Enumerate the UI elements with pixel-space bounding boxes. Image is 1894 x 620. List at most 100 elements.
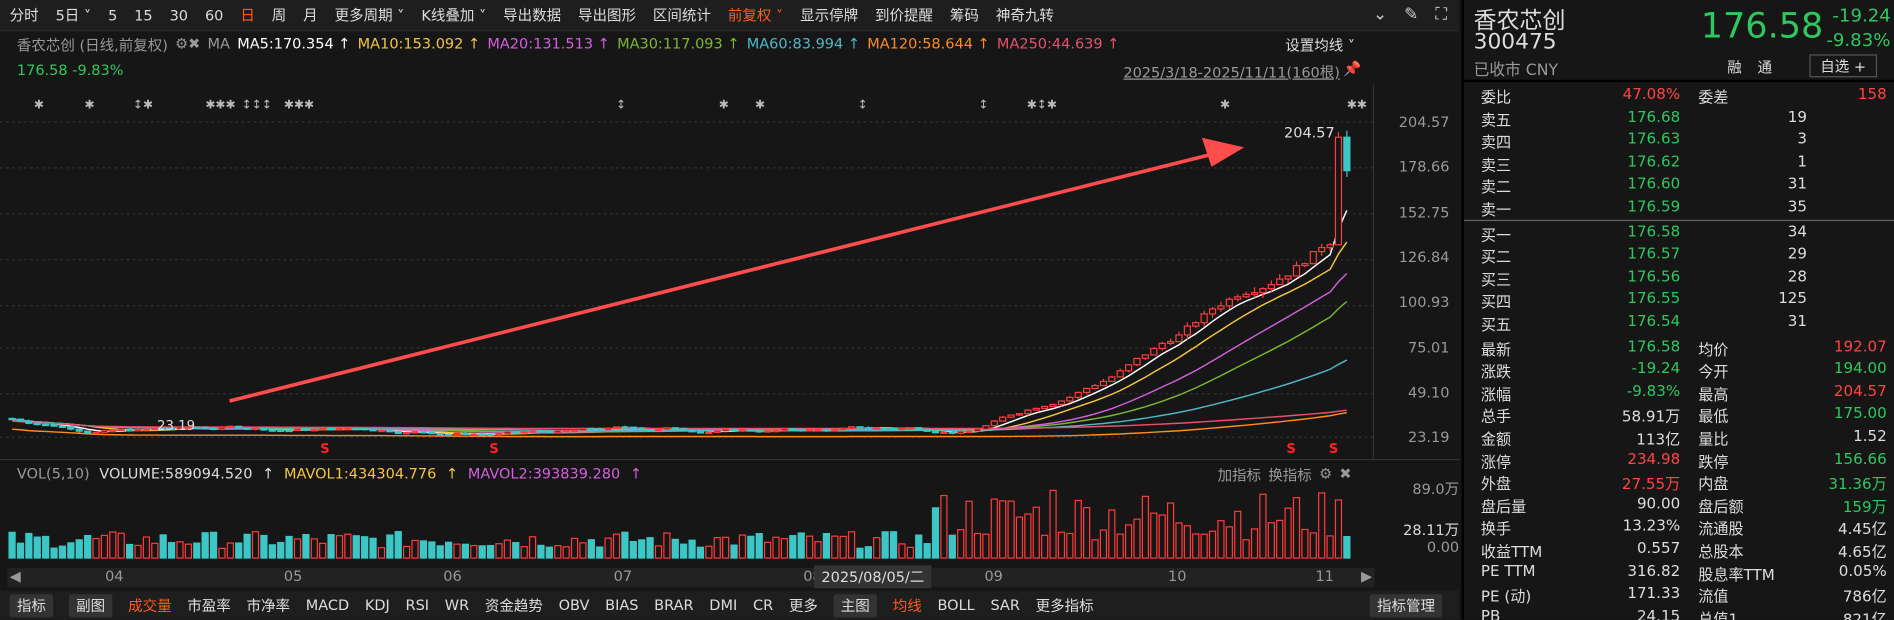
stat-row-cell: 4.45亿 xyxy=(1838,519,1887,538)
indicator-tab[interactable]: DMI xyxy=(709,597,737,614)
volume-bar xyxy=(747,535,755,559)
candle xyxy=(1284,275,1292,280)
candle xyxy=(92,431,100,435)
candle xyxy=(1292,264,1301,277)
candle xyxy=(1141,354,1150,359)
indicator-manage-button[interactable]: 指标管理 xyxy=(1369,594,1443,618)
indicator-tab[interactable]: CR xyxy=(753,597,773,614)
stat-row-cell: 0.557 xyxy=(1636,538,1681,557)
indicator-tab[interactable]: 市盈率 xyxy=(187,595,231,616)
signal-marker: ↕↕↕ xyxy=(242,98,272,112)
pin-icon[interactable]: 📌 xyxy=(1343,60,1361,77)
volume-bar xyxy=(453,543,461,559)
tab-period[interactable]: 显示停牌 xyxy=(800,5,858,26)
candle xyxy=(990,420,998,427)
indicator-tab[interactable]: BRAR xyxy=(654,597,693,614)
stat-row: 换手 13.23% 流通股 4.45亿 xyxy=(1481,516,1887,538)
indicator-tab[interactable]: 副图 xyxy=(68,593,113,617)
candle xyxy=(1049,403,1057,407)
scroll-left-icon[interactable]: ◀ xyxy=(10,568,21,585)
stat-row-cell: 234.98 xyxy=(1627,448,1681,467)
month-label: 09 xyxy=(984,567,1003,585)
indicator-tab[interactable]: 成交量 xyxy=(128,595,172,616)
indicator-tab[interactable]: 指标 xyxy=(9,593,54,617)
tab-period[interactable]: 周 xyxy=(272,5,287,26)
candle xyxy=(293,428,302,431)
volume-bar xyxy=(965,500,973,559)
brush-icon[interactable]: ✎ xyxy=(1404,5,1418,24)
set-ma-button[interactable]: 设置均线 ˅ xyxy=(1285,35,1355,56)
date-range[interactable]: 2025/3/18-2025/11/11(160根) xyxy=(1123,62,1340,83)
ma20-line xyxy=(12,272,1348,434)
volume-bar xyxy=(335,535,344,559)
indicator-tab[interactable]: 市净率 xyxy=(246,595,290,616)
tab-period[interactable]: 分时 xyxy=(10,5,39,26)
volume-bar xyxy=(159,534,167,559)
indicator-tab[interactable]: 资金趋势 xyxy=(485,595,543,616)
tab-period[interactable]: 到价提醒 xyxy=(875,5,933,26)
time-scrollbar[interactable]: ◀ ▶ 04 05 06 07 08 09 10 11 2025/08/05/二 xyxy=(7,565,1375,589)
volume-bar xyxy=(1099,529,1108,559)
volume-bar xyxy=(696,546,705,559)
volume-bar xyxy=(1091,539,1099,559)
collapse-icon[interactable]: ⌄ xyxy=(1373,5,1387,24)
tab-period[interactable]: 前复权 ˅ xyxy=(728,5,783,26)
volume-bar xyxy=(361,536,369,559)
main-indicator-tab[interactable]: 均线 xyxy=(893,595,922,616)
stat-row-cell: PB xyxy=(1480,606,1501,620)
candle xyxy=(1343,136,1351,172)
volume-bar xyxy=(184,543,192,559)
candle xyxy=(579,427,587,431)
main-indicator-tab[interactable]: SAR xyxy=(990,597,1019,614)
tab-period[interactable]: 区间统计 xyxy=(653,5,711,26)
stat-row-cell: 涨跌 xyxy=(1480,362,1512,381)
tab-period[interactable]: 30 xyxy=(170,7,188,24)
volume-bar xyxy=(805,535,814,559)
tab-period[interactable]: 月 xyxy=(303,5,318,26)
tab-period[interactable]: 神奇九转 xyxy=(996,5,1054,26)
volume-bar xyxy=(394,531,402,559)
indicator-tab[interactable]: KDJ xyxy=(365,597,390,614)
settings-icon[interactable]: ⚙✖ xyxy=(175,35,200,56)
main-indicator-tab[interactable]: 更多指标 xyxy=(1036,595,1094,616)
tab-period[interactable]: 5日 ˅ xyxy=(56,5,92,26)
tab-period[interactable]: 导出图形 xyxy=(578,5,636,26)
volume-bar xyxy=(461,543,470,559)
candle xyxy=(16,418,25,422)
ma-value: MA250:44.639 ↑ xyxy=(996,35,1120,52)
watchlist-button[interactable]: 自选 + xyxy=(1809,54,1877,78)
indicator-tab[interactable]: BIAS xyxy=(605,597,638,614)
candle xyxy=(1225,298,1233,307)
signal-marker: ✱✱✱ xyxy=(284,98,314,112)
ask-row: 卖一 176.59 35 xyxy=(1481,197,1887,219)
fullscreen-icon[interactable]: ⛶ xyxy=(1435,5,1447,24)
stat-row-cell: PE TTM xyxy=(1480,561,1536,580)
volume-bar xyxy=(1301,528,1309,559)
stat-row: PE TTM 316.82 股息率TTM 0.05% xyxy=(1481,561,1887,583)
indicator-tab[interactable]: OBV xyxy=(559,597,590,614)
indicator-tab[interactable]: RSI xyxy=(406,597,430,614)
indicator-tab[interactable]: MACD xyxy=(306,597,349,614)
main-indicator-tab[interactable]: BOLL xyxy=(937,597,974,614)
indicator-tab[interactable]: 更多 xyxy=(789,595,818,616)
stat-row: 最新 176.58 均价 192.07 xyxy=(1481,337,1887,359)
indicator-tab[interactable]: WR xyxy=(445,597,469,614)
tab-period[interactable]: 15 xyxy=(134,7,152,24)
tab-period[interactable]: 60 xyxy=(205,7,223,24)
mavol1-value: MAVOL1:434304.776 xyxy=(283,465,437,482)
candlestick-chart[interactable]: ✱ ✱ ↕✱ ✱✱✱ ↕↕↕ ✱✱✱ ↕ ✱ ✱ ↕ ↕ ✱↕✱ ✱ ✱✱S S S S xyxy=(0,84,1459,460)
volume-bar xyxy=(847,531,856,559)
tab-period[interactable]: 导出数据 xyxy=(503,5,561,26)
tab-period[interactable]: 5 xyxy=(108,7,117,24)
bid-row-cell: 29 xyxy=(1787,244,1808,263)
volume-bar xyxy=(503,539,512,559)
bid-row: 买二 176.57 29 xyxy=(1481,244,1887,266)
candle xyxy=(931,430,940,434)
tab-period[interactable]: K线叠加 ˅ xyxy=(421,5,486,26)
volume-bar xyxy=(1032,506,1040,559)
tab-period[interactable]: 筹码 xyxy=(950,5,979,26)
tab-period[interactable]: 更多周期 ˅ xyxy=(335,5,405,26)
tab-period[interactable]: 日 xyxy=(240,5,255,26)
scroll-right-icon[interactable]: ▶ xyxy=(1361,568,1372,585)
bid-row-cell: 176.54 xyxy=(1627,311,1681,330)
